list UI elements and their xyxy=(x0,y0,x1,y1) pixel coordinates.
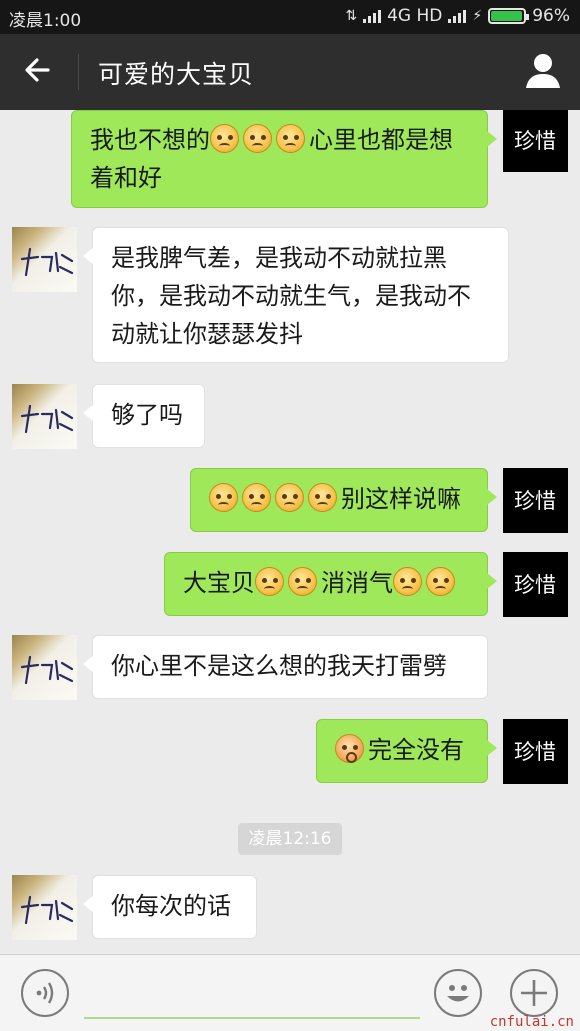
plus-icon xyxy=(521,980,547,1006)
message-input[interactable] xyxy=(84,1017,420,1019)
avatar-contact[interactable] xyxy=(12,635,77,700)
pensive-emoji-icon xyxy=(275,483,304,512)
message-text: 大宝贝 xyxy=(183,569,255,597)
avatar-self[interactable]: 珍惜 xyxy=(503,468,568,533)
avatar-contact-art xyxy=(20,655,74,685)
avatar-contact-art xyxy=(20,247,74,277)
avatar-self-art: 珍惜 xyxy=(514,740,556,764)
avatar-self-art: 珍惜 xyxy=(514,129,556,153)
message-bubble-outgoing[interactable]: 别这样说嘛 xyxy=(190,468,497,532)
message-bubble-outgoing[interactable]: 大宝贝 消消气 xyxy=(164,552,497,616)
pensive-emoji-icon xyxy=(209,483,238,512)
pensive-emoji-icon xyxy=(308,483,337,512)
pensive-emoji-icon xyxy=(243,124,272,153)
battery-icon xyxy=(488,8,530,24)
avatar-contact-art xyxy=(20,404,74,434)
avatar-self[interactable]: 珍惜 xyxy=(503,110,568,172)
avatar-self-art: 珍惜 xyxy=(514,573,556,597)
voice-icon xyxy=(36,982,54,1004)
voice-button[interactable] xyxy=(21,969,69,1017)
plus-button[interactable] xyxy=(510,969,558,1017)
pensive-emoji-icon xyxy=(276,124,305,153)
battery-fill xyxy=(491,11,522,21)
emoji-icon xyxy=(447,985,469,1002)
message-bubble-incoming[interactable]: 是我脾气差，是我动不动就拉黑你，是我动不动就生气，是我动不动就让你瑟瑟发抖 xyxy=(83,227,509,363)
avatar-self[interactable]: 珍惜 xyxy=(503,552,568,617)
avatar-contact-art xyxy=(20,895,74,925)
message-list[interactable]: 我也不想的 心里也都是想着和好 珍惜 是我脾气差，是我动不动就拉黑你，是我动不动就… xyxy=(0,110,580,954)
chat-header: 可爱的大宝贝 xyxy=(0,34,580,110)
pensive-emoji-icon xyxy=(255,567,284,596)
avatar-self-text: 珍惜 xyxy=(514,740,556,764)
message-text: 别这样说嘛 xyxy=(341,485,461,513)
message-text: 你每次的话 xyxy=(111,892,231,920)
pensive-emoji-icon xyxy=(426,567,455,596)
signal-icon xyxy=(363,9,382,23)
status-time: 凌晨1:00 xyxy=(9,11,82,31)
avatar-self-text: 珍惜 xyxy=(514,129,556,153)
charging-icon: ⚡ xyxy=(472,8,483,24)
message-text: 是我脾气差，是我动不动就拉黑你，是我动不动就生气，是我动不动就让你瑟瑟发抖 xyxy=(111,244,471,348)
avatar-self-art: 珍惜 xyxy=(514,489,556,513)
message-text: 你心里不是这么想的我天打雷劈 xyxy=(111,652,447,680)
chat-title: 可爱的大宝贝 xyxy=(98,60,255,89)
avatar-contact[interactable] xyxy=(12,384,77,449)
avatar-self-text: 珍惜 xyxy=(514,573,556,597)
avatar-self[interactable]: 珍惜 xyxy=(503,719,568,784)
message-text: 消消气 xyxy=(321,569,393,597)
watermark: cnfulai.cn xyxy=(489,1014,574,1030)
avatar-contact[interactable] xyxy=(12,227,77,292)
network-type: 4G HD xyxy=(387,6,443,26)
message-bubble-incoming[interactable]: 你每次的话 xyxy=(83,875,257,939)
message-bubble-incoming[interactable]: 你心里不是这么想的我天打雷劈 xyxy=(83,635,488,699)
avatar-contact[interactable] xyxy=(12,875,77,940)
pensive-emoji-icon xyxy=(242,483,271,512)
pensive-emoji-icon xyxy=(288,567,317,596)
data-arrows-icon: ⇅ xyxy=(345,8,358,24)
timestamp-divider: 凌晨12:16 xyxy=(238,823,342,855)
message-text: 够了吗 xyxy=(111,401,183,429)
surprise-emoji-icon xyxy=(335,734,364,763)
emoji-button[interactable] xyxy=(434,969,482,1017)
message-bubble-outgoing[interactable]: 完全没有 xyxy=(316,719,497,783)
avatar-self-text: 珍惜 xyxy=(514,489,556,513)
pensive-emoji-icon xyxy=(393,567,422,596)
pensive-emoji-icon xyxy=(210,124,239,153)
message-bubble-outgoing[interactable]: 我也不想的 心里也都是想着和好 xyxy=(71,110,497,208)
message-bubble-incoming[interactable]: 够了吗 xyxy=(83,384,205,448)
message-text: 完全没有 xyxy=(368,736,464,764)
message-text: 我也不想的 xyxy=(90,126,210,154)
person-icon[interactable] xyxy=(522,50,564,92)
battery-percent: 96% xyxy=(532,6,570,26)
status-indicators: ⇅ 4G HD ⚡ 96% xyxy=(345,6,570,26)
arrow-left-icon[interactable] xyxy=(18,48,62,92)
header-divider xyxy=(78,54,79,90)
signal-icon-2 xyxy=(448,9,467,23)
status-bar: 凌晨1:00 ⇅ 4G HD ⚡ 96% xyxy=(0,0,580,34)
